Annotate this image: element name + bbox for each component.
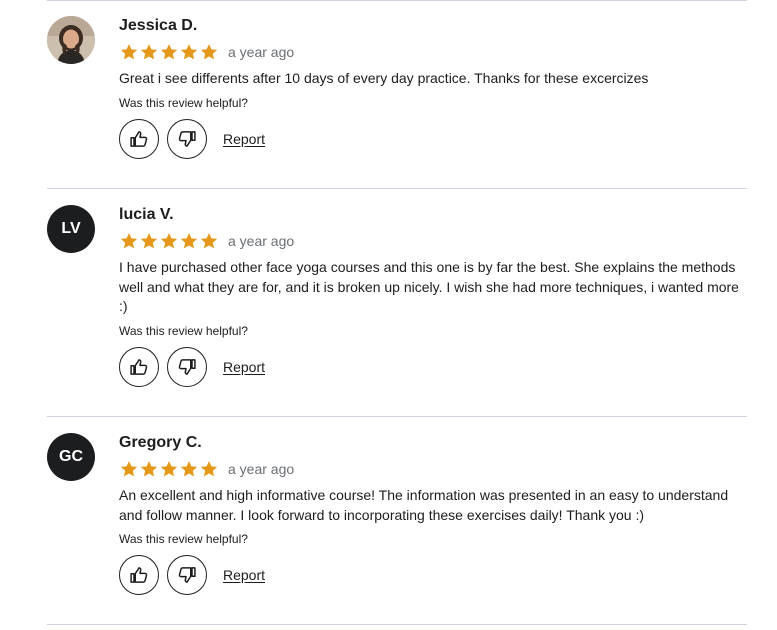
reviewer-name: Gregory C. bbox=[119, 434, 202, 451]
star-icon bbox=[180, 44, 198, 60]
star-icon bbox=[140, 461, 158, 477]
star-icon bbox=[160, 233, 178, 249]
star-icon bbox=[140, 44, 158, 60]
thumbs-up-icon bbox=[130, 567, 148, 583]
helpful-prompt: Was this review helpful? bbox=[119, 532, 248, 546]
review-content: Gregory C. a year ago An excellent and h… bbox=[119, 433, 747, 595]
avatar: GC bbox=[47, 433, 95, 481]
user-photo-icon bbox=[47, 16, 95, 64]
thumbs-up-icon bbox=[130, 130, 148, 147]
star-icon bbox=[120, 461, 138, 477]
review-date: a year ago bbox=[228, 233, 295, 249]
review-actions: Report bbox=[119, 118, 747, 159]
star-icon bbox=[180, 461, 198, 477]
rating-row: a year ago bbox=[119, 459, 747, 479]
star-rating bbox=[119, 231, 219, 251]
review-actions: Report bbox=[119, 555, 747, 595]
review-text: An excellent and high informative course… bbox=[119, 487, 729, 523]
star-rating bbox=[119, 459, 219, 479]
rating-row: a year ago bbox=[119, 231, 747, 251]
star-icon bbox=[160, 44, 178, 60]
divider bbox=[47, 188, 747, 189]
thumbs-up-icon bbox=[130, 358, 148, 375]
avatar: LV bbox=[47, 205, 95, 253]
reviewer-name: lucia V. bbox=[119, 206, 174, 223]
thumbs-down-icon bbox=[178, 130, 196, 147]
star-icon bbox=[120, 44, 138, 60]
star-icon bbox=[200, 44, 218, 60]
review-text: Great i see differents after 10 days of … bbox=[119, 70, 649, 86]
review-date: a year ago bbox=[228, 44, 295, 60]
report-link[interactable]: Report bbox=[223, 359, 265, 375]
helpful-no-button[interactable] bbox=[167, 555, 207, 595]
thumbs-down-icon bbox=[178, 567, 196, 583]
review-content: Jessica D. a year ago Great i see differ… bbox=[119, 16, 747, 159]
helpful-yes-button[interactable] bbox=[119, 118, 159, 159]
rating-row: a year ago bbox=[119, 42, 747, 62]
report-link[interactable]: Report bbox=[223, 567, 265, 583]
avatar-initials: LV bbox=[61, 220, 81, 237]
thumbs-down-icon bbox=[178, 358, 196, 375]
helpful-no-button[interactable] bbox=[167, 346, 207, 387]
review-actions: Report bbox=[119, 346, 747, 387]
divider bbox=[47, 624, 747, 625]
divider bbox=[47, 416, 747, 417]
review-content: lucia V. a year ago I have purchased oth… bbox=[119, 205, 747, 387]
helpful-yes-button[interactable] bbox=[119, 555, 159, 595]
helpful-prompt: Was this review helpful? bbox=[119, 323, 248, 338]
helpful-prompt: Was this review helpful? bbox=[119, 95, 248, 110]
reviewer-name: Jessica D. bbox=[119, 17, 198, 34]
star-icon bbox=[140, 233, 158, 249]
star-icon bbox=[120, 233, 138, 249]
divider bbox=[47, 0, 747, 1]
star-icon bbox=[160, 461, 178, 477]
avatar bbox=[47, 16, 95, 64]
review-date: a year ago bbox=[228, 461, 295, 477]
star-rating bbox=[119, 42, 219, 62]
avatar-initials: GC bbox=[59, 448, 83, 465]
review-text: I have purchased other face yoga courses… bbox=[119, 259, 739, 314]
star-icon bbox=[200, 233, 218, 249]
helpful-no-button[interactable] bbox=[167, 118, 207, 159]
helpful-yes-button[interactable] bbox=[119, 346, 159, 387]
star-icon bbox=[200, 461, 218, 477]
report-link[interactable]: Report bbox=[223, 131, 265, 147]
star-icon bbox=[180, 233, 198, 249]
